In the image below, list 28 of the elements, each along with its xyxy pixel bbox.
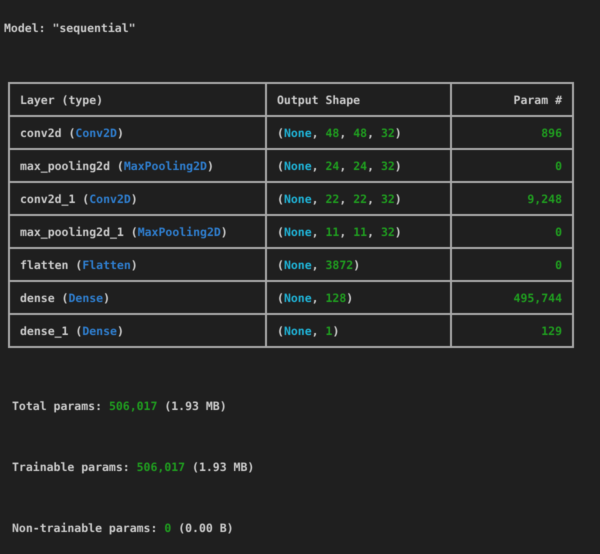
table-cell: (None, 3872) <box>267 247 452 280</box>
table-cell: (None, 128) <box>267 280 452 313</box>
table-cell: (None, 48, 48, 32) <box>267 115 452 148</box>
table-cell: 0 <box>452 148 572 181</box>
params-line: Trainable params: 506,017 (1.93 MB) <box>12 459 256 475</box>
table-cell: (None, 22, 22, 32) <box>267 181 452 214</box>
params-line: Total params: 506,017 (1.93 MB) <box>12 398 228 414</box>
params-line: Non-trainable params: 0 (0.00 B) <box>12 520 235 536</box>
table-cell: (None, 1) <box>267 313 452 346</box>
table-cell: dense (Dense) <box>10 280 267 313</box>
table-cell: max_pooling2d_1 (MaxPooling2D) <box>10 214 267 247</box>
table-cell: 129 <box>452 313 572 346</box>
table-cell: 495,744 <box>452 280 572 313</box>
table-cell: (None, 11, 11, 32) <box>267 214 452 247</box>
table-cell: 0 <box>452 214 572 247</box>
table-cell: 896 <box>452 115 572 148</box>
column-header: Param # <box>512 92 563 108</box>
table-cell: 0 <box>452 247 572 280</box>
table-cell: conv2d (Conv2D) <box>10 115 267 148</box>
model-title: Model: "sequential" <box>4 20 137 36</box>
table-cell: dense_1 (Dense) <box>10 313 267 346</box>
table-cell: max_pooling2d (MaxPooling2D) <box>10 148 267 181</box>
table-cell: (None, 24, 24, 32) <box>267 148 452 181</box>
column-header: Output Shape <box>267 84 452 115</box>
table-cell: 9,248 <box>452 181 572 214</box>
table-cell: flatten (Flatten) <box>10 247 267 280</box>
table-cell: conv2d_1 (Conv2D) <box>10 181 267 214</box>
column-header: Layer (type) <box>10 84 267 115</box>
